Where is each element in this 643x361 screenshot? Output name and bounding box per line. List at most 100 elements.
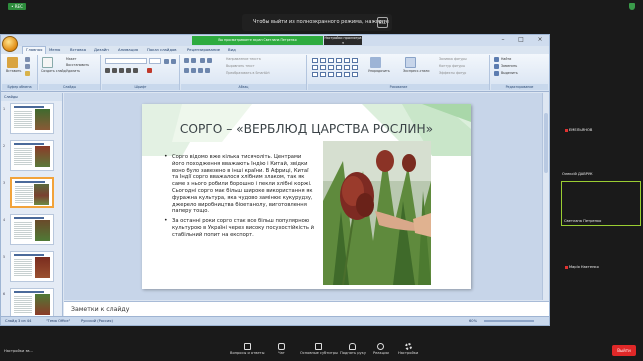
leave-meeting-button[interactable]: Выйти [612, 345, 636, 356]
tab-review[interactable]: Рецензирование [187, 46, 220, 54]
shape-outline-button[interactable]: Контур фигуры [439, 64, 465, 68]
audio-settings-button[interactable]: Настройки зв... [4, 349, 33, 353]
slide-bullet: За останні роки сорго стає все більш поп… [164, 218, 314, 238]
ribbon: Вставить Буфер обмена Создать слайд Маке… [1, 54, 549, 92]
quick-styles-icon[interactable] [405, 57, 416, 68]
strikethrough-icon[interactable] [126, 68, 131, 73]
zoom-level[interactable]: 60% [469, 317, 477, 325]
quick-access-toolbar [20, 37, 46, 52]
align-text-button[interactable]: Выровнять текст [226, 64, 255, 68]
cut-icon[interactable] [25, 57, 30, 62]
view-options-button[interactable]: Настройки просмотра ▾ [324, 36, 362, 45]
office-button[interactable] [2, 36, 18, 52]
clipboard-group: Вставить Буфер обмена [2, 55, 38, 90]
font-color-icon[interactable] [147, 68, 152, 73]
captions-button[interactable]: Основные субтитры [300, 343, 338, 355]
active-speaker-tile[interactable]: Светлана Петренко [561, 181, 641, 226]
layout-button[interactable]: Макет [66, 57, 76, 61]
slide-thumbnail-selected[interactable] [10, 177, 54, 208]
reactions-icon [377, 343, 385, 350]
settings-button[interactable]: Настройки [398, 343, 418, 355]
text-direction-button[interactable]: Направление текста [226, 57, 261, 61]
notes-pane[interactable]: Заметки к слайду [64, 301, 549, 316]
bold-icon[interactable] [105, 68, 110, 73]
current-slide[interactable]: СОРГО – «ВЕРБЛЮД ЦАРСТВА РОСЛИН» Сорго в… [142, 104, 471, 289]
replace-icon[interactable] [494, 64, 499, 69]
tab-animation[interactable]: Анимация [118, 46, 138, 54]
select-button[interactable]: Выделить [501, 71, 518, 75]
maximize-icon[interactable]: □ [516, 36, 526, 44]
arrange-icon[interactable] [370, 57, 381, 68]
paste-button[interactable]: Вставить [6, 69, 21, 73]
find-button[interactable]: Найти [501, 57, 511, 61]
slide-thumbnail[interactable] [10, 140, 54, 171]
slide-number: 6 [3, 292, 6, 296]
screen-share-banner[interactable]: Вы просматриваете экран Светлана Петренк… [192, 36, 323, 45]
slide-thumbnail[interactable] [10, 103, 54, 134]
raise-hand-button[interactable]: Поднять руку [340, 343, 366, 355]
tab-slides[interactable]: Слайды [4, 95, 18, 99]
minimize-icon[interactable]: – [498, 36, 508, 44]
increase-indent-icon[interactable] [207, 58, 212, 63]
copy-icon[interactable] [25, 64, 30, 69]
qa-button[interactable]: Вопросы и ответы [230, 343, 264, 355]
drawing-group: Упорядочить Экспресс-стили Заливка фигур… [308, 55, 490, 90]
select-icon[interactable] [494, 71, 499, 76]
find-icon[interactable] [494, 57, 499, 62]
new-slide-button[interactable]: Создать слайд [41, 69, 66, 73]
paste-icon[interactable] [7, 57, 18, 68]
participant-name: Олексій ДАВРУК [562, 172, 593, 176]
slide-number: 3 [3, 181, 6, 185]
shape-fill-button[interactable]: Заливка фигуры [439, 57, 467, 61]
zoom-slider[interactable] [484, 320, 534, 322]
decrease-indent-icon[interactable] [200, 58, 205, 63]
esc-key-badge[interactable]: Esc [377, 17, 388, 28]
underline-icon[interactable] [119, 68, 124, 73]
language-indicator[interactable]: Русский (Россия) [81, 317, 113, 325]
tab-insert[interactable]: Вставка [70, 46, 86, 54]
slide-thumbnails-pane: Слайды 1 2 3 4 5 6 [1, 93, 63, 316]
tab-design[interactable]: Дизайн [94, 46, 109, 54]
replace-button[interactable]: Заменить [501, 64, 517, 68]
font-name-input[interactable] [105, 58, 147, 64]
slide-bullet: Сорго відомо вже кілька тисячоліть. Цент… [164, 154, 314, 215]
grow-font-icon[interactable] [164, 59, 169, 64]
vertical-scrollbar[interactable] [542, 93, 549, 300]
thumbnail-tabs: Слайды [1, 93, 62, 101]
close-icon[interactable]: × [535, 36, 545, 44]
screen-share-banner-text: Вы просматриваете экран Светлана Петренк… [218, 38, 297, 42]
align-left-icon[interactable] [184, 68, 189, 73]
numbering-icon[interactable] [191, 58, 196, 63]
security-shield-icon [629, 3, 635, 10]
view-options-label: Настройки просмотра [324, 36, 362, 40]
chat-button[interactable]: Чат [278, 343, 285, 355]
tab-view[interactable]: Вид [228, 46, 236, 54]
delete-button[interactable]: Удалить [66, 69, 80, 73]
chat-icon [278, 343, 285, 350]
tab-home[interactable]: Главная [22, 46, 47, 54]
meeting-toolbar: Настройки зв... Вопросы и ответы Чат Осн… [0, 341, 643, 361]
ribbon-tabs: Главная Меню Вставка Дизайн Анимация Пок… [1, 46, 549, 54]
quick-styles-button[interactable]: Экспресс-стили [403, 69, 429, 73]
slide-thumbnail[interactable] [10, 251, 54, 282]
italic-icon[interactable] [112, 68, 117, 73]
bullets-icon[interactable] [184, 58, 189, 63]
tab-slideshow[interactable]: Показ слайдов [147, 46, 177, 54]
reactions-button[interactable]: Реакции [373, 343, 389, 355]
slide-thumbnail[interactable] [10, 214, 54, 245]
shape-effects-button[interactable]: Эффекты фигур [439, 71, 466, 75]
reset-button[interactable]: Восстановить [66, 63, 89, 67]
format-painter-icon[interactable] [25, 71, 30, 76]
convert-smartart-button[interactable]: Преобразовать в SmartArt [226, 71, 270, 75]
shadow-icon[interactable] [133, 68, 138, 73]
new-slide-icon[interactable] [42, 57, 53, 68]
tab-menu[interactable]: Меню [49, 46, 60, 54]
justify-icon[interactable] [205, 68, 210, 73]
arrange-button[interactable]: Упорядочить [368, 69, 390, 73]
slide-thumbnail[interactable] [10, 288, 54, 316]
clipboard-group-label: Буфер обмена [2, 84, 37, 90]
font-size-input[interactable] [149, 58, 161, 64]
align-right-icon[interactable] [198, 68, 203, 73]
shrink-font-icon[interactable] [171, 59, 176, 64]
align-center-icon[interactable] [191, 68, 196, 73]
